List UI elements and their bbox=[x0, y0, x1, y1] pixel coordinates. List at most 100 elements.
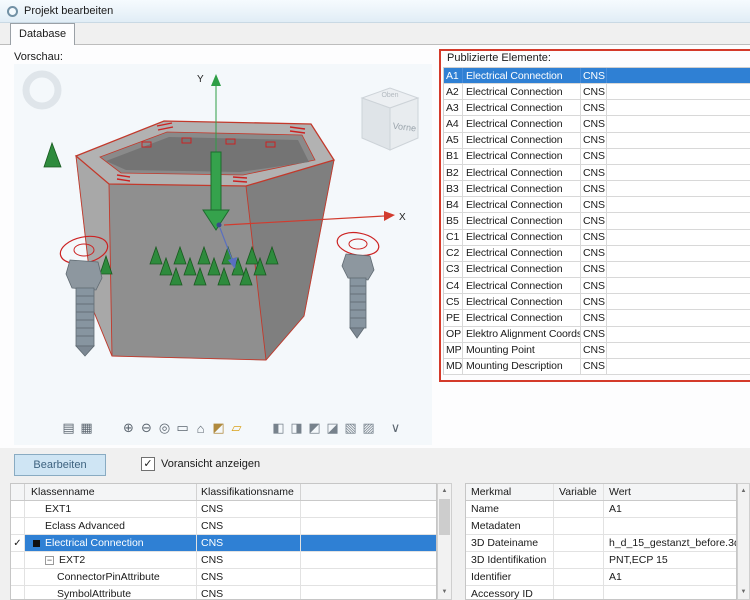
published-row[interactable]: A4Electrical ConnectionCNS bbox=[444, 116, 750, 132]
published-row[interactable]: B5Electrical ConnectionCNS bbox=[444, 213, 750, 229]
zoom-in-icon[interactable]: ⊕ bbox=[120, 418, 137, 438]
scroll-down-icon[interactable]: ▼ bbox=[738, 585, 749, 599]
published-row[interactable]: C1Electrical ConnectionCNS bbox=[444, 230, 750, 246]
folder-icon[interactable]: ▱ bbox=[228, 418, 245, 438]
published-row[interactable]: A3Electrical ConnectionCNS bbox=[444, 100, 750, 116]
view-right-icon[interactable]: ◪ bbox=[324, 418, 341, 438]
published-row[interactable]: PEElectrical ConnectionCNS bbox=[444, 310, 750, 326]
preview-checkbox-row: ✓ Voransicht anzeigen bbox=[141, 457, 260, 471]
published-cell-class: CNS bbox=[581, 116, 607, 131]
scroll-up-icon[interactable]: ▲ bbox=[438, 484, 451, 498]
published-cell-name: Electrical Connection bbox=[463, 68, 581, 83]
attr-table-body: NameA1Metadaten3D Dateinameh_d_15_gestan… bbox=[466, 501, 736, 600]
vendor-logo-watermark bbox=[26, 74, 58, 106]
class-row[interactable]: SymbolAttributeCNS bbox=[11, 586, 436, 600]
attribute-variable-cell bbox=[554, 535, 604, 551]
view-cube[interactable]: Oben Vorne bbox=[362, 88, 418, 150]
class-row-checkbox[interactable] bbox=[11, 569, 25, 585]
attribute-table-scrollbar[interactable]: ▲ ▼ bbox=[737, 483, 750, 600]
published-row[interactable]: A5Electrical ConnectionCNS bbox=[444, 133, 750, 149]
class-row-checkbox[interactable] bbox=[11, 552, 25, 568]
published-cell-class: CNS bbox=[581, 278, 607, 293]
class-row[interactable]: EXT1CNS bbox=[11, 501, 436, 518]
class-row-checkbox[interactable]: ✓ bbox=[11, 535, 25, 551]
published-row[interactable]: B4Electrical ConnectionCNS bbox=[444, 197, 750, 213]
titlebar: Projekt bearbeiten bbox=[0, 0, 750, 23]
published-cell-name: Electrical Connection bbox=[463, 84, 581, 99]
edit-button[interactable]: Bearbeiten bbox=[14, 454, 106, 476]
connector-housing[interactable] bbox=[76, 121, 334, 360]
published-row[interactable]: A2Electrical ConnectionCNS bbox=[444, 84, 750, 100]
view-left-icon[interactable]: ◩ bbox=[306, 418, 323, 438]
published-cell-name: Electrical Connection bbox=[463, 262, 581, 277]
attr-header-variable[interactable]: Variable bbox=[554, 484, 604, 500]
published-cell-class: CNS bbox=[581, 246, 607, 261]
layers-grid-icon[interactable]: ▦ bbox=[78, 418, 95, 438]
class-table-scrollbar[interactable]: ▲ ▼ bbox=[437, 483, 452, 600]
class-row-class: CNS bbox=[197, 535, 301, 551]
published-row[interactable]: C2Electrical ConnectionCNS bbox=[444, 246, 750, 262]
published-cell-class: CNS bbox=[581, 213, 607, 228]
published-row[interactable]: B3Electrical ConnectionCNS bbox=[444, 181, 750, 197]
attribute-row[interactable]: Metadaten bbox=[466, 518, 736, 535]
material-cube-icon[interactable]: ◩ bbox=[210, 418, 227, 438]
published-row[interactable]: OPElektro Alignment CoordsysCNS bbox=[444, 327, 750, 343]
published-cell-class: CNS bbox=[581, 181, 607, 196]
published-row[interactable]: B2Electrical ConnectionCNS bbox=[444, 165, 750, 181]
attribute-row[interactable]: IdentifierA1 bbox=[466, 569, 736, 586]
attribute-row[interactable]: 3D Dateinameh_d_15_gestanzt_before.3db bbox=[466, 535, 736, 552]
tab-database[interactable]: Database bbox=[10, 23, 75, 45]
attribute-name-cell: Metadaten bbox=[466, 518, 554, 534]
published-cell-code: OP bbox=[444, 327, 463, 342]
scrollbar-thumb[interactable] bbox=[439, 499, 450, 535]
attr-header-wert[interactable]: Wert bbox=[604, 484, 736, 500]
published-cell-name: Electrical Connection bbox=[463, 246, 581, 261]
published-cell-code: C5 bbox=[444, 294, 463, 309]
attribute-row[interactable]: NameA1 bbox=[466, 501, 736, 518]
class-row-checkbox[interactable] bbox=[11, 518, 25, 534]
view-top-icon[interactable]: ▧ bbox=[342, 418, 359, 438]
published-row[interactable]: MPMounting PointCNS bbox=[444, 343, 750, 359]
class-row[interactable]: −EXT2CNS bbox=[11, 552, 436, 569]
view-back-icon[interactable]: ◨ bbox=[288, 418, 305, 438]
layers-icon[interactable]: ▤ bbox=[60, 418, 77, 438]
attribute-value-cell: A1 bbox=[604, 501, 736, 517]
class-row[interactable]: ✓Electrical ConnectionCNS bbox=[11, 535, 436, 552]
view-iso-icon[interactable]: ▨ bbox=[360, 418, 377, 438]
attribute-name-cell: Accessory ID bbox=[466, 586, 554, 600]
attribute-row[interactable]: 3D IdentifikationPNT,ECP 15 bbox=[466, 552, 736, 569]
published-row[interactable]: C4Electrical ConnectionCNS bbox=[444, 278, 750, 294]
view-front-icon[interactable]: ◧ bbox=[270, 418, 287, 438]
monitor-icon[interactable]: ▭ bbox=[174, 418, 191, 438]
scroll-up-icon[interactable]: ▲ bbox=[738, 484, 749, 498]
published-row[interactable]: B1Electrical ConnectionCNS bbox=[444, 149, 750, 165]
class-row-class: CNS bbox=[197, 552, 301, 568]
preview-toolbar: ▤▦⊕⊖◎▭⌂◩▱◧◨◩◪▧▨∨ bbox=[60, 417, 404, 439]
magnifier-icon[interactable]: ◎ bbox=[156, 418, 173, 438]
more-views-icon[interactable]: ∨ bbox=[387, 418, 404, 438]
class-row[interactable]: ConnectorPinAttributeCNS bbox=[11, 569, 436, 586]
preview-checkbox[interactable]: ✓ bbox=[141, 457, 155, 471]
class-row-filler bbox=[301, 586, 436, 600]
preview-3d-canvas[interactable]: Oben Vorne bbox=[14, 64, 432, 445]
published-row[interactable]: MDMounting DescriptionCNS bbox=[444, 359, 750, 375]
class-row-checkbox[interactable] bbox=[11, 586, 25, 600]
published-cell-class: CNS bbox=[581, 84, 607, 99]
class-row-name: EXT1 bbox=[25, 501, 197, 517]
published-row[interactable]: A1Electrical ConnectionCNS bbox=[444, 68, 750, 84]
collapse-icon[interactable]: − bbox=[45, 556, 54, 565]
class-table: Klassenname Klassifikationsname EXT1CNSE… bbox=[10, 483, 437, 600]
class-row[interactable]: Eclass AdvancedCNS bbox=[11, 518, 436, 535]
class-table-header-klassifikationsname[interactable]: Klassifikationsname bbox=[197, 484, 301, 500]
attribute-row[interactable]: Accessory ID bbox=[466, 586, 736, 600]
published-cell-code: A1 bbox=[444, 68, 463, 83]
published-row[interactable]: C3Electrical ConnectionCNS bbox=[444, 262, 750, 278]
home-icon[interactable]: ⌂ bbox=[192, 418, 209, 438]
attr-header-merkmal[interactable]: Merkmal bbox=[466, 484, 554, 500]
scroll-down-icon[interactable]: ▼ bbox=[438, 585, 451, 599]
class-table-header-klassenname[interactable]: Klassenname bbox=[25, 484, 197, 500]
window-title: Projekt bearbeiten bbox=[24, 5, 113, 17]
zoom-out-icon[interactable]: ⊖ bbox=[138, 418, 155, 438]
class-row-checkbox[interactable] bbox=[11, 501, 25, 517]
published-row[interactable]: C5Electrical ConnectionCNS bbox=[444, 294, 750, 310]
